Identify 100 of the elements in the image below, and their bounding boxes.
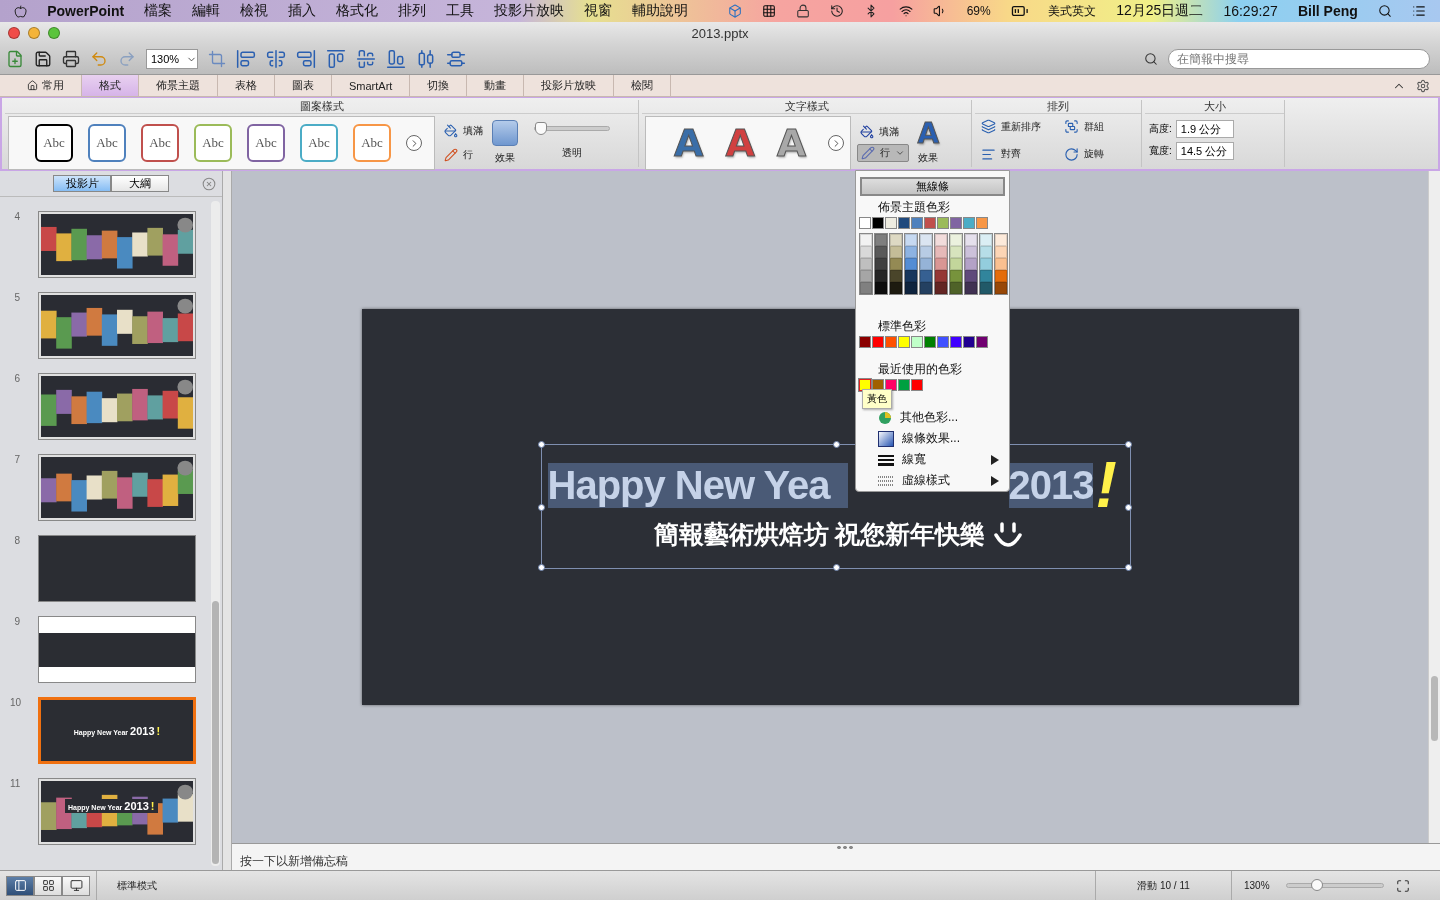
color-swatch[interactable] bbox=[980, 258, 992, 270]
color-swatch[interactable] bbox=[995, 258, 1007, 270]
search-icon[interactable] bbox=[1377, 3, 1392, 19]
slide-title[interactable]: 2013 bbox=[1008, 462, 1094, 508]
list-icon[interactable] bbox=[1411, 3, 1426, 19]
shape-style[interactable]: Abc bbox=[300, 124, 338, 162]
printer-icon[interactable] bbox=[62, 50, 80, 68]
color-swatch[interactable] bbox=[911, 379, 923, 391]
ribbon-tab[interactable]: 投影片放映 bbox=[524, 75, 615, 96]
menu-item[interactable]: 其他色彩... bbox=[856, 407, 1009, 428]
color-swatch[interactable] bbox=[898, 336, 910, 348]
align-icon[interactable] bbox=[266, 49, 286, 69]
color-swatch[interactable] bbox=[995, 270, 1007, 282]
sidebar-tab[interactable]: 投影片 bbox=[53, 175, 111, 192]
color-swatch[interactable] bbox=[965, 282, 977, 294]
color-swatch[interactable] bbox=[980, 270, 992, 282]
menu-item[interactable]: 線寬 bbox=[856, 449, 1009, 470]
grid-icon[interactable] bbox=[41, 879, 55, 892]
color-swatch[interactable] bbox=[950, 282, 962, 294]
ribbon-tab[interactable]: 格式 bbox=[82, 75, 139, 96]
minimize-button[interactable] bbox=[28, 27, 40, 39]
color-swatch[interactable] bbox=[890, 270, 902, 282]
slide-subtitle[interactable]: 簡報藝術烘焙坊 祝您新年快樂 bbox=[653, 518, 986, 551]
color-swatch[interactable] bbox=[885, 217, 897, 229]
shape-style[interactable]: Abc bbox=[353, 124, 391, 162]
zoom-slider[interactable] bbox=[1311, 879, 1324, 891]
menu-item[interactable]: 檢視 bbox=[240, 2, 269, 20]
apple-icon[interactable] bbox=[14, 3, 28, 19]
align-icon[interactable] bbox=[981, 146, 996, 162]
slide-thumbnail[interactable] bbox=[38, 616, 196, 683]
color-swatch[interactable] bbox=[859, 217, 871, 229]
resize-handle[interactable] bbox=[537, 441, 545, 448]
view-button[interactable] bbox=[62, 875, 90, 896]
color-swatch[interactable] bbox=[924, 217, 936, 229]
color-swatch[interactable] bbox=[965, 270, 977, 282]
color-swatch[interactable] bbox=[860, 258, 872, 270]
color-swatch[interactable] bbox=[935, 234, 947, 246]
undo-icon[interactable] bbox=[90, 50, 108, 68]
color-swatch[interactable] bbox=[950, 246, 962, 258]
text-style[interactable]: A bbox=[674, 124, 704, 162]
text-fill-icon[interactable] bbox=[860, 125, 875, 139]
resize-handle[interactable] bbox=[1124, 504, 1132, 511]
effects-swatch[interactable] bbox=[492, 120, 518, 146]
color-swatch[interactable] bbox=[875, 258, 887, 270]
wifi-icon[interactable] bbox=[898, 3, 913, 19]
pencil-icon[interactable] bbox=[861, 146, 876, 160]
settings-icon[interactable] bbox=[1416, 79, 1430, 93]
color-swatch[interactable] bbox=[898, 379, 910, 391]
color-swatch[interactable] bbox=[980, 282, 992, 294]
search-icon[interactable] bbox=[1144, 52, 1158, 66]
menu-item[interactable]: 投影片放映 bbox=[494, 2, 565, 20]
ribbon-tab[interactable]: 圖表 bbox=[275, 75, 332, 96]
color-swatch[interactable] bbox=[980, 234, 992, 246]
crop-icon[interactable] bbox=[208, 50, 226, 68]
menu-date[interactable]: 12月25日週二 bbox=[1116, 2, 1204, 20]
color-swatch[interactable] bbox=[905, 270, 917, 282]
color-swatch[interactable] bbox=[995, 246, 1007, 258]
color-swatch[interactable] bbox=[950, 234, 962, 246]
color-swatch[interactable] bbox=[937, 336, 949, 348]
arrange-button[interactable]: 群組 bbox=[1061, 118, 1138, 136]
text-line-button[interactable]: 行 bbox=[857, 144, 910, 162]
resize-handle[interactable] bbox=[537, 564, 545, 571]
resize-handle[interactable] bbox=[1124, 441, 1132, 448]
color-swatch[interactable] bbox=[885, 336, 897, 348]
color-swatch[interactable] bbox=[875, 282, 887, 294]
shape-style[interactable]: Abc bbox=[141, 124, 179, 162]
color-swatch[interactable] bbox=[924, 336, 936, 348]
monitor-icon[interactable] bbox=[69, 879, 83, 892]
align-icon[interactable] bbox=[296, 49, 316, 69]
color-swatch[interactable] bbox=[905, 282, 917, 294]
user-name[interactable]: Bill Peng bbox=[1297, 3, 1358, 19]
color-swatch[interactable] bbox=[935, 258, 947, 270]
arrange-button[interactable]: 對齊 bbox=[978, 145, 1055, 163]
color-swatch[interactable] bbox=[872, 217, 884, 229]
group-icon[interactable] bbox=[1064, 119, 1079, 135]
slide-thumbnail[interactable] bbox=[38, 535, 196, 602]
shape-style[interactable]: Abc bbox=[88, 124, 126, 162]
app-menu[interactable]: PowerPoint bbox=[47, 3, 125, 19]
resize-handle[interactable] bbox=[832, 564, 840, 571]
view-button[interactable] bbox=[34, 875, 62, 896]
line-button[interactable]: 行 bbox=[441, 147, 476, 163]
color-swatch[interactable] bbox=[965, 258, 977, 270]
menu-item[interactable]: 編輯 bbox=[192, 2, 221, 20]
zoom-button[interactable] bbox=[48, 27, 60, 39]
fit-icon[interactable] bbox=[1395, 878, 1410, 893]
history-icon[interactable] bbox=[830, 3, 845, 19]
pencil-icon[interactable] bbox=[444, 148, 458, 162]
ribbon-tab[interactable]: SmartArt bbox=[332, 75, 411, 96]
fill-button[interactable]: 填滿 bbox=[441, 123, 486, 139]
panel-icon[interactable] bbox=[13, 879, 27, 892]
color-swatch[interactable] bbox=[890, 282, 902, 294]
sidebar-tab[interactable]: 大綱 bbox=[111, 175, 169, 192]
ribbon-tab[interactable]: 動畫 bbox=[467, 75, 525, 96]
color-swatch[interactable] bbox=[905, 246, 917, 258]
menu-item[interactable]: 輔助說明 bbox=[632, 2, 689, 20]
color-swatch[interactable] bbox=[920, 246, 932, 258]
color-swatch[interactable] bbox=[875, 234, 887, 246]
arrange-button[interactable]: 重新排序 bbox=[978, 118, 1055, 136]
menu-item[interactable]: 格式化 bbox=[336, 2, 379, 20]
color-swatch[interactable] bbox=[875, 270, 887, 282]
